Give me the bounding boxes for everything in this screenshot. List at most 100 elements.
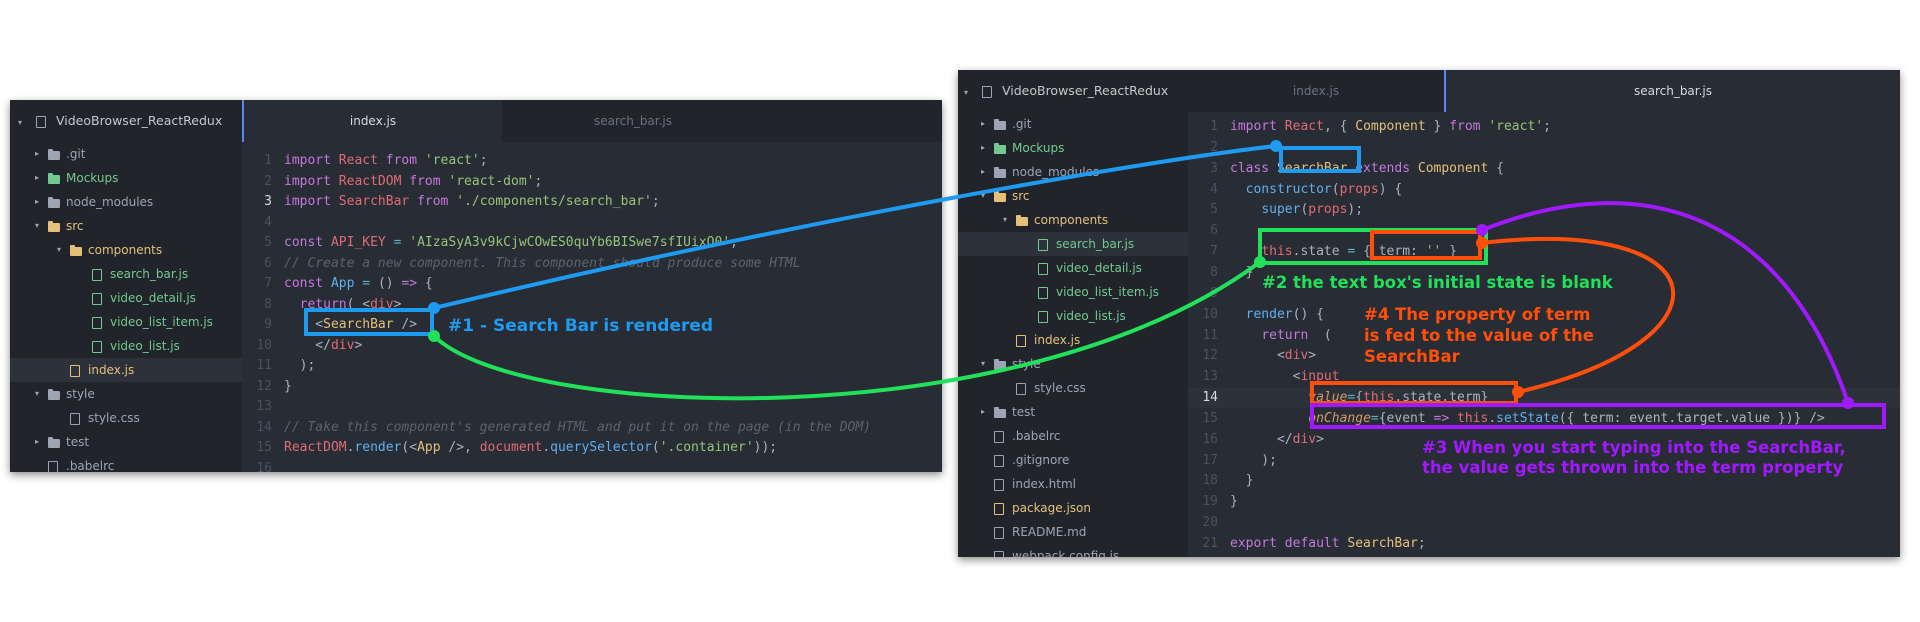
tree-item-label: video_list.js: [110, 339, 180, 353]
tab-index-js[interactable]: index.js: [242, 100, 502, 142]
tree-file[interactable]: search_bar.js: [958, 232, 1188, 256]
code-line: 12}: [242, 377, 942, 397]
tree-folder[interactable]: ▾ src: [958, 184, 1188, 208]
line-number: 21: [1202, 536, 1218, 551]
project-root[interactable]: ▾ VideoBrowser_ReactRedux: [10, 100, 242, 142]
code-token: constructor: [1245, 181, 1332, 197]
code-token: ;: [651, 194, 660, 209]
code-token: super: [1261, 202, 1301, 218]
tree-file[interactable]: package.json: [958, 496, 1188, 520]
line-number: 1: [264, 153, 272, 168]
tree-folder[interactable]: ▾ components: [10, 238, 242, 262]
chevron-right-icon: ▸: [980, 143, 985, 152]
tree-item-label: src: [1012, 189, 1030, 203]
code-text: </div>: [284, 336, 362, 356]
tree-folder[interactable]: ▸ test: [10, 430, 242, 454]
tree-folder[interactable]: ▾ style: [958, 352, 1188, 376]
tree-file[interactable]: video_detail.js: [10, 286, 242, 310]
chevron-right-icon: ▸: [34, 437, 39, 446]
tree-file[interactable]: .babelrc: [10, 454, 242, 472]
code-line: 11 );: [242, 356, 942, 376]
tree-item-label: .gitignore: [1012, 453, 1070, 467]
code-token: SearchBar: [1347, 536, 1418, 551]
tree-file[interactable]: webpack.config.js: [958, 544, 1188, 557]
line-number: 10: [256, 337, 272, 353]
tab-search-bar-js[interactable]: search_bar.js: [504, 100, 762, 142]
tree-file[interactable]: index.html: [958, 472, 1188, 496]
folder-icon: [70, 245, 82, 256]
tree-folder[interactable]: ▾ src: [10, 214, 242, 238]
code-token: ;: [730, 235, 738, 250]
line-number: 5: [264, 235, 272, 250]
line-number: 2: [1210, 139, 1218, 155]
tree-item-label: index.html: [1012, 477, 1076, 491]
file-icon: [92, 293, 102, 305]
tree-folder[interactable]: ▸ Mockups: [958, 136, 1188, 160]
code-line: 20: [1188, 513, 1900, 533]
tree-item-label: index.js: [88, 363, 135, 377]
code-token: class: [1230, 160, 1277, 176]
tree-folder[interactable]: ▸ node_modules: [10, 190, 242, 214]
annotation-3-line-2: the value gets thrown into the term prop…: [1422, 458, 1844, 477]
tree-file[interactable]: style.css: [10, 406, 242, 430]
file-icon: [1038, 239, 1048, 251]
code-token: const: [284, 235, 331, 250]
tree-folder[interactable]: ▸ test: [958, 400, 1188, 424]
tree-file[interactable]: video_list_item.js: [958, 280, 1188, 304]
tree-folder[interactable]: ▸ .git: [958, 112, 1188, 136]
code-token: {: [1496, 160, 1504, 176]
chevron-right-icon: ▸: [980, 167, 985, 176]
tree-folder[interactable]: ▸ node_modules: [958, 160, 1188, 184]
code-token: ) {: [1378, 181, 1403, 197]
code-line: 7 const App = () => {: [242, 274, 942, 294]
code-token: </: [1230, 431, 1293, 447]
tree-file[interactable]: video_detail.js: [958, 256, 1188, 280]
code-token: ;: [1417, 536, 1426, 551]
annotation-3: #3 When you start typing into the Search…: [1422, 438, 1846, 478]
code-line: 15 ReactDOM.render(<App />, document.quer…: [242, 438, 942, 458]
annotation-4: #4 The property of term is fed to the va…: [1364, 304, 1594, 367]
code-text: import React from 'react';: [284, 151, 488, 171]
code-token: () {: [1292, 306, 1324, 322]
tab-index-js[interactable]: index.js: [1188, 70, 1444, 112]
line-number: 13: [256, 399, 272, 414]
line-number: 4: [264, 214, 272, 230]
code-text: }: [1230, 492, 1238, 512]
tree-list: ▸ .git ▸ Mockups ▸ node_modules ▾ src ▾ component…: [958, 112, 1188, 557]
tree-file[interactable]: video_list_item.js: [10, 310, 242, 334]
code-token: from: [1449, 119, 1489, 134]
tree-file[interactable]: search_bar.js: [10, 262, 242, 286]
code-token: const: [284, 276, 331, 291]
code-token: extends: [1355, 160, 1418, 176]
term-object-box: [1370, 230, 1482, 260]
code-token: />,: [440, 440, 480, 455]
tree-item-label: style: [66, 387, 95, 401]
tree-file[interactable]: .babelrc: [958, 424, 1188, 448]
tree-folder[interactable]: ▸ Mockups: [10, 166, 242, 190]
code-token: from: [409, 173, 449, 189]
code-editor[interactable]: 1 import React from 'react'; 2 import React…: [242, 142, 942, 472]
tree-folder[interactable]: ▾ components: [958, 208, 1188, 232]
code-line: 5 super(props);: [1188, 200, 1900, 220]
folder-icon: [48, 221, 60, 232]
searchbar-class-box: [1279, 146, 1361, 173]
tree-file[interactable]: video_list.js: [958, 304, 1188, 328]
tree-file[interactable]: video_list.js: [10, 334, 242, 358]
line-number: 17: [1202, 452, 1218, 468]
tree-file[interactable]: index.js: [958, 328, 1188, 352]
tree-file[interactable]: style.css: [958, 376, 1188, 400]
folder-icon: [48, 197, 60, 208]
tree-folder[interactable]: ▸ .git: [10, 142, 242, 166]
tree-file[interactable]: README.md: [958, 520, 1188, 544]
tree-folder[interactable]: ▾ style: [10, 382, 242, 406]
tab-search-bar-js[interactable]: search_bar.js: [1444, 70, 1900, 112]
code-text: import React, { Component } from 'react'…: [1230, 117, 1551, 137]
code-token: </: [284, 337, 331, 353]
line-number: 7: [264, 276, 272, 291]
project-root[interactable]: ▾ VideoBrowser_ReactRedux: [958, 70, 1188, 112]
tree-file[interactable]: index.js: [10, 358, 242, 382]
tree-item-label: .git: [1012, 117, 1032, 131]
tree-file[interactable]: .gitignore: [958, 448, 1188, 472]
